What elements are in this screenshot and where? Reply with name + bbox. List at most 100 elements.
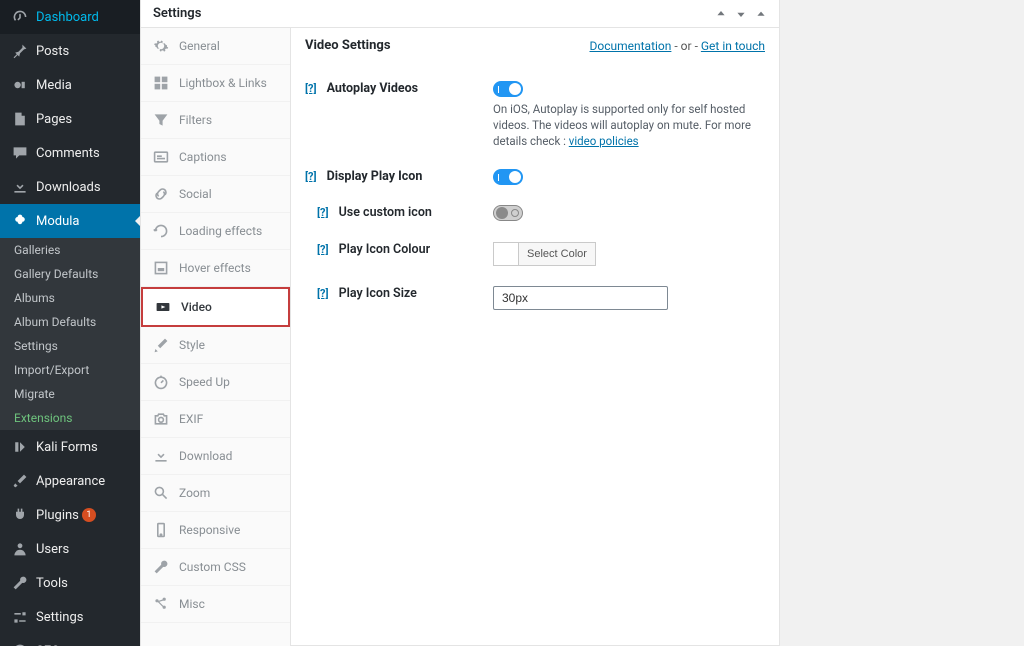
seo-icon <box>10 641 30 646</box>
play-icon-size-input[interactable] <box>493 286 668 310</box>
brush-icon <box>10 471 30 491</box>
tab-lightbox[interactable]: Lightbox & Links <box>141 65 290 102</box>
pin-icon <box>10 41 30 61</box>
sidebar-item-users[interactable]: Users <box>0 532 140 566</box>
tab-filters[interactable]: Filters <box>141 102 290 139</box>
submenu-albums[interactable]: Albums <box>0 286 140 310</box>
sidebar-label: Plugins <box>36 508 79 523</box>
tab-social[interactable]: Social <box>141 176 290 213</box>
modula-icon <box>10 211 30 231</box>
tab-custom-css[interactable]: Custom CSS <box>141 549 290 586</box>
move-down-icon[interactable] <box>735 8 747 20</box>
separator-or: - or - <box>674 39 700 53</box>
display-play-icon-toggle[interactable] <box>493 169 523 185</box>
submenu-import-export[interactable]: Import/Export <box>0 358 140 382</box>
sidebar-item-kali-forms[interactable]: Kali Forms <box>0 430 140 464</box>
sidebar-label: Appearance <box>36 474 105 489</box>
sidebar-item-appearance[interactable]: Appearance <box>0 464 140 498</box>
sidebar-item-modula[interactable]: Modula <box>0 204 140 238</box>
tab-label: EXIF <box>179 412 203 426</box>
comment-icon <box>10 143 30 163</box>
sidebar-item-tools[interactable]: Tools <box>0 566 140 600</box>
tab-hover[interactable]: Hover effects <box>141 250 290 287</box>
row-display-play-icon: [?] Display Play Icon <box>305 159 765 195</box>
sidebar-item-comments[interactable]: Comments <box>0 136 140 170</box>
settings-content: Video Settings Documentation - or - Get … <box>291 28 779 350</box>
help-icon[interactable]: [?] <box>305 170 317 183</box>
sidebar-item-settings[interactable]: Settings <box>0 600 140 634</box>
sidebar-item-dashboard[interactable]: Dashboard <box>0 0 140 34</box>
tab-exif[interactable]: EXIF <box>141 401 290 438</box>
sidebar-item-media[interactable]: Media <box>0 68 140 102</box>
sidebar-label: Settings <box>36 610 83 625</box>
settings-metabox: Settings General Lightbox & Links Filter… <box>140 0 780 646</box>
colour-swatch[interactable] <box>493 242 519 266</box>
sidebar-item-seo[interactable]: SEO <box>0 634 140 646</box>
tab-misc[interactable]: Misc <box>141 586 290 623</box>
tab-general[interactable]: General <box>141 28 290 65</box>
help-icon[interactable]: [?] <box>317 206 329 219</box>
tab-label: Zoom <box>179 486 210 500</box>
help-icon[interactable]: [?] <box>317 287 329 300</box>
autoplay-note: On iOS, Autoplay is supported only for s… <box>493 101 753 149</box>
submenu-settings[interactable]: Settings <box>0 334 140 358</box>
row-autoplay-videos: [?] Autoplay Videos On iOS, Autoplay is … <box>305 71 765 159</box>
doc-links: Documentation - or - Get in touch <box>590 39 766 53</box>
tab-responsive[interactable]: Responsive <box>141 512 290 549</box>
tab-zoom[interactable]: Zoom <box>141 475 290 512</box>
submenu-album-defaults[interactable]: Album Defaults <box>0 310 140 334</box>
field-label: Play Icon Size <box>339 286 417 301</box>
field-label: Play Icon Colour <box>339 242 431 257</box>
toggle-panel-icon[interactable] <box>755 8 767 20</box>
tab-download[interactable]: Download <box>141 438 290 475</box>
help-icon[interactable]: [?] <box>305 82 317 95</box>
tab-label: General <box>179 39 220 53</box>
sidebar-item-pages[interactable]: Pages <box>0 102 140 136</box>
sidebar-label: Comments <box>36 146 100 161</box>
get-in-touch-link[interactable]: Get in touch <box>701 39 765 53</box>
sidebar-item-downloads[interactable]: Downloads <box>0 170 140 204</box>
tab-label: Speed Up <box>179 375 230 389</box>
tab-label: Social <box>179 187 212 201</box>
row-play-icon-size: [?] Play Icon Size <box>305 276 765 320</box>
tab-label: Video <box>181 300 212 314</box>
tab-video[interactable]: Video <box>141 287 290 327</box>
submenu-migrate[interactable]: Migrate <box>0 382 140 406</box>
page-icon <box>10 109 30 129</box>
sidebar-item-plugins[interactable]: Plugins 1 <box>0 498 140 532</box>
submenu-extensions[interactable]: Extensions <box>0 406 140 430</box>
sidebar-label: Users <box>36 542 69 557</box>
field-label: Use custom icon <box>339 205 432 220</box>
video-policies-link[interactable]: video policies <box>569 134 639 148</box>
sidebar-item-posts[interactable]: Posts <box>0 34 140 68</box>
custom-icon-toggle[interactable] <box>493 205 523 221</box>
gauge-icon <box>10 7 30 27</box>
plug-icon <box>10 505 30 525</box>
tab-loading[interactable]: Loading effects <box>141 213 290 250</box>
metabox-header: Settings <box>141 0 779 28</box>
tab-label: Custom CSS <box>179 560 246 574</box>
sidebar-label: Kali Forms <box>36 440 98 455</box>
autoplay-toggle[interactable] <box>493 81 523 97</box>
sidebar-label: Modula <box>36 214 80 229</box>
tab-captions[interactable]: Captions <box>141 139 290 176</box>
plugins-update-badge: 1 <box>82 508 96 522</box>
tab-label: Captions <box>179 150 227 164</box>
download-icon <box>10 177 30 197</box>
row-use-custom-icon: [?] Use custom icon <box>305 195 765 232</box>
field-label: Autoplay Videos <box>327 81 419 96</box>
submenu-galleries[interactable]: Galleries <box>0 238 140 262</box>
documentation-link[interactable]: Documentation <box>590 39 672 53</box>
select-color-button[interactable]: Select Color <box>519 242 596 266</box>
settings-tabs: General Lightbox & Links Filters Caption… <box>141 28 291 646</box>
move-up-icon[interactable] <box>715 8 727 20</box>
media-icon <box>10 75 30 95</box>
field-label: Display Play Icon <box>327 169 423 184</box>
submenu-gallery-defaults[interactable]: Gallery Defaults <box>0 262 140 286</box>
tab-style[interactable]: Style <box>141 327 290 364</box>
tab-speedup[interactable]: Speed Up <box>141 364 290 401</box>
row-play-icon-colour: [?] Play Icon Colour Select Color <box>305 232 765 276</box>
help-icon[interactable]: [?] <box>317 243 329 256</box>
sidebar-label: Tools <box>36 576 68 591</box>
sidebar-label: Downloads <box>36 180 101 195</box>
